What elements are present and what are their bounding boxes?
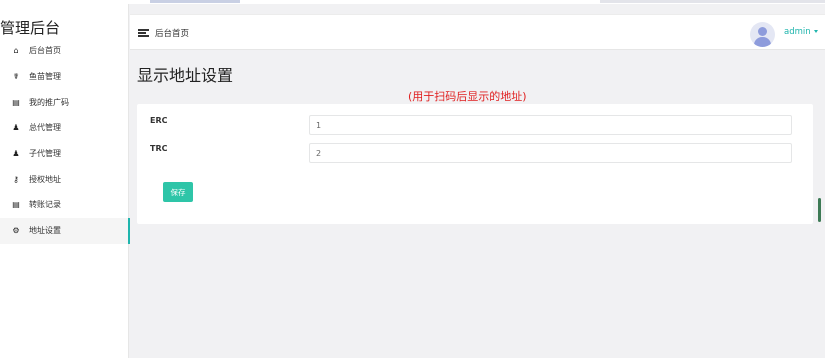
sidebar-item-transfer-records[interactable]: ▤ 转账记录	[0, 192, 129, 218]
top-strip-segment	[150, 0, 240, 3]
erc-address-input[interactable]	[309, 115, 792, 135]
save-button[interactable]: 保存	[163, 182, 193, 202]
top-header: 后台首页 admin	[130, 14, 825, 50]
sidebar-item-label: 鱼苗管理	[29, 72, 61, 82]
scroll-indicator[interactable]	[818, 198, 821, 222]
page-title: 显示地址设置	[137, 66, 234, 85]
settings-icon: ⚙	[12, 226, 20, 236]
sidebar-item-label: 地址设置	[29, 226, 61, 236]
sidebar-item-label: 后台首页	[29, 46, 61, 56]
menu-toggle-icon[interactable]	[138, 29, 149, 37]
user-icon: ♟	[12, 123, 20, 133]
sidebar-item-promo-code[interactable]: ▤ 我的推广码	[0, 89, 129, 115]
avatar[interactable]	[750, 22, 775, 47]
brand-title: 管理后台	[0, 19, 61, 37]
address-form-card: ERC TRC 保存	[137, 104, 813, 224]
trc-label: TRC	[150, 144, 168, 153]
key-icon: ⚷	[13, 174, 19, 184]
sidebar: 管理后台 ⌂ 后台首页 ☤ 鱼苗管理 ▤ 我的推广码 ♟ 总代管理 ♟ 子代管理…	[0, 4, 130, 358]
list-icon: ▤	[12, 200, 20, 210]
breadcrumb-home[interactable]: 后台首页	[155, 27, 189, 39]
sidebar-menu: ⌂ 后台首页 ☤ 鱼苗管理 ▤ 我的推广码 ♟ 总代管理 ♟ 子代管理 ⚷ 授权…	[0, 38, 130, 244]
sidebar-item-general-agents[interactable]: ♟ 总代管理	[0, 115, 129, 141]
top-strip-segment	[600, 0, 825, 3]
sidebar-item-address-settings[interactable]: ⚙ 地址设置	[0, 217, 130, 244]
user-menu[interactable]: admin	[784, 27, 818, 37]
sidebar-item-label: 转账记录	[29, 200, 61, 210]
users-icon: ♟	[12, 149, 20, 159]
sidebar-item-auth-address[interactable]: ⚷ 授权地址	[0, 166, 129, 192]
sidebar-item-label: 我的推广码	[29, 97, 69, 107]
sidebar-item-label: 总代管理	[29, 123, 61, 133]
notice-text: (用于扫码后显示的地址)	[408, 90, 527, 103]
sidebar-item-fish[interactable]: ☤ 鱼苗管理	[0, 64, 129, 90]
trc-address-input[interactable]	[309, 143, 792, 163]
home-icon: ⌂	[13, 46, 19, 56]
sidebar-item-label: 授权地址	[29, 174, 61, 184]
sidebar-item-label: 子代管理	[29, 149, 61, 159]
caret-down-icon	[813, 30, 818, 33]
fish-icon: ☤	[13, 72, 19, 82]
erc-label: ERC	[150, 116, 168, 125]
username: admin	[784, 27, 811, 37]
sidebar-item-home[interactable]: ⌂ 后台首页	[0, 38, 129, 64]
sidebar-item-sub-agents[interactable]: ♟ 子代管理	[0, 141, 129, 167]
document-icon: ▤	[12, 97, 20, 107]
avatar-body	[754, 37, 771, 47]
avatar-head	[758, 27, 767, 36]
